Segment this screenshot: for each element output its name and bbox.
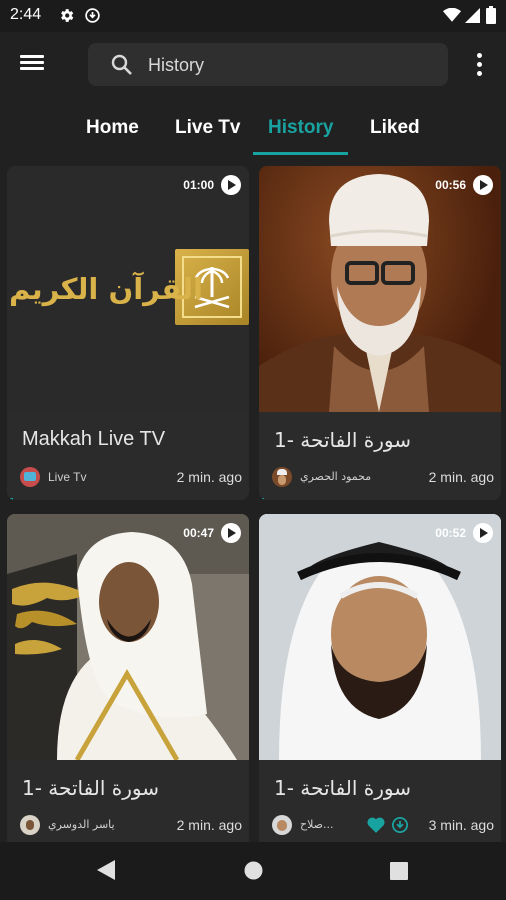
duration-text: 00:52 bbox=[435, 526, 466, 540]
duration-badge: 01:00 bbox=[183, 175, 241, 195]
time-ago: 3 min. ago bbox=[428, 817, 494, 833]
watch-progress bbox=[259, 498, 264, 500]
video-card[interactable]: 00:47 سورة الفاتحة -1 ياسر الدوسري 2 min… bbox=[7, 514, 249, 848]
search-bar[interactable]: History bbox=[88, 43, 448, 86]
search-icon bbox=[110, 53, 134, 82]
duration-badge: 00:47 bbox=[183, 523, 241, 543]
time-ago: 2 min. ago bbox=[176, 817, 242, 833]
author-avatar bbox=[20, 815, 40, 835]
recents-icon[interactable] bbox=[390, 862, 408, 885]
duration-badge: 00:56 bbox=[435, 175, 493, 195]
video-title: سورة الفاتحة -1 bbox=[22, 776, 159, 800]
downloaded-icon[interactable] bbox=[391, 816, 409, 839]
reciter-portrait bbox=[259, 514, 501, 760]
duration-badge: 00:52 bbox=[435, 523, 493, 543]
time-ago: 2 min. ago bbox=[428, 469, 494, 485]
download-status-icon bbox=[84, 7, 101, 29]
video-card[interactable]: 00:56 سورة الفاتحة -1 محمود الحصري 2 min… bbox=[259, 166, 501, 500]
video-meta: محمود الحصري 2 min. ago bbox=[272, 466, 494, 490]
battery-icon bbox=[486, 6, 496, 29]
gear-icon bbox=[58, 7, 75, 29]
channel-logo-text: القرآن الكريم bbox=[9, 272, 203, 306]
status-time: 2:44 bbox=[10, 6, 42, 23]
reciter-portrait bbox=[259, 174, 501, 412]
author-name: Live Tv bbox=[48, 470, 87, 484]
home-icon[interactable] bbox=[244, 861, 263, 885]
tab-liked[interactable]: Liked bbox=[370, 117, 420, 139]
duration-text: 00:56 bbox=[435, 178, 466, 192]
author-name: ياسر الدوسري bbox=[48, 818, 115, 831]
wifi-icon bbox=[443, 7, 461, 27]
author-avatar bbox=[272, 815, 292, 835]
video-thumbnail: 00:56 bbox=[259, 166, 501, 412]
video-thumbnail: 00:47 bbox=[7, 514, 249, 760]
video-meta: Live Tv 2 min. ago bbox=[20, 466, 242, 490]
tab-live-tv[interactable]: Live Tv bbox=[175, 117, 240, 139]
video-card[interactable]: 00:52 سورة الفاتحة -1 صلاح... 3 min. ago bbox=[259, 514, 501, 848]
author-avatar bbox=[272, 467, 292, 487]
heart-icon[interactable] bbox=[367, 817, 385, 838]
back-icon[interactable] bbox=[97, 860, 115, 885]
play-icon bbox=[221, 523, 241, 543]
duration-text: 00:47 bbox=[183, 526, 214, 540]
watch-progress bbox=[7, 498, 13, 500]
status-bar: 2:44 bbox=[0, 0, 506, 32]
signal-icon bbox=[465, 8, 480, 28]
play-icon bbox=[473, 523, 493, 543]
author-name: محمود الحصري bbox=[300, 470, 372, 483]
app-toolbar: History bbox=[0, 32, 506, 98]
card-actions bbox=[367, 815, 412, 835]
tab-home[interactable]: Home bbox=[86, 117, 139, 139]
video-thumbnail: 00:52 bbox=[259, 514, 501, 760]
tab-bar: Home Live Tv History Liked bbox=[0, 98, 506, 156]
tab-indicator bbox=[253, 152, 348, 155]
play-icon bbox=[221, 175, 241, 195]
author-name: صلاح... bbox=[300, 818, 334, 831]
video-title: سورة الفاتحة -1 bbox=[274, 428, 411, 452]
time-ago: 2 min. ago bbox=[176, 469, 242, 485]
play-icon bbox=[473, 175, 493, 195]
video-title: Makkah Live TV bbox=[22, 428, 166, 450]
video-title: سورة الفاتحة -1 bbox=[274, 776, 411, 800]
video-card[interactable]: القرآن الكريم 01:00 Makkah Live TV Live … bbox=[7, 166, 249, 500]
video-meta: ياسر الدوسري 2 min. ago bbox=[20, 814, 242, 838]
author-avatar bbox=[20, 467, 40, 487]
tab-history[interactable]: History bbox=[268, 117, 333, 139]
system-nav-bar bbox=[0, 842, 506, 900]
menu-icon[interactable] bbox=[20, 52, 50, 78]
video-thumbnail: القرآن الكريم 01:00 bbox=[7, 166, 249, 412]
more-options-icon[interactable] bbox=[470, 50, 488, 80]
reciter-portrait bbox=[7, 514, 249, 760]
video-meta: صلاح... 3 min. ago bbox=[272, 814, 494, 838]
search-text: History bbox=[148, 55, 205, 75]
duration-text: 01:00 bbox=[183, 178, 214, 192]
